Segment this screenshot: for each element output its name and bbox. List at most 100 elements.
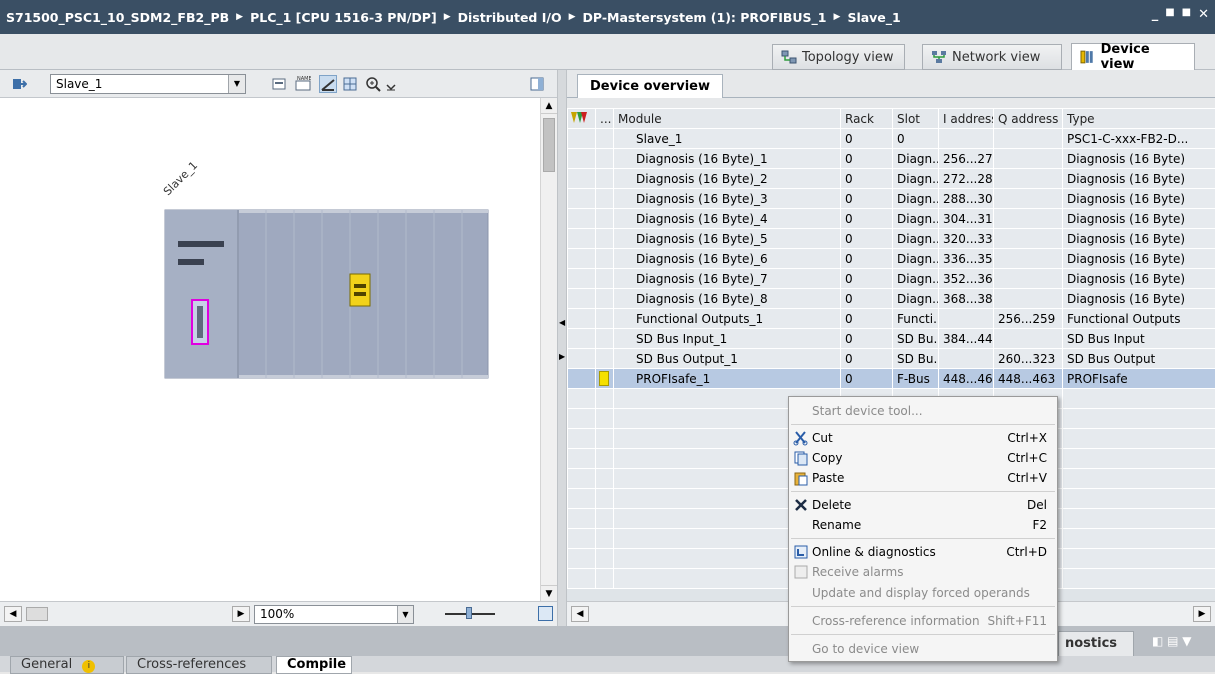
cell-rack: 0 <box>841 369 893 389</box>
canvas-vertical-scrollbar[interactable]: ▲ ▼ <box>540 98 557 601</box>
table-row[interactable]: Diagnosis (16 Byte)_8 0 Diagn... 368...3… <box>568 289 1215 309</box>
table-row[interactable]: SD Bus Output_1 0 SD Bu... 260...323 SD … <box>568 349 1215 369</box>
overview-navigation-icon[interactable] <box>538 606 553 621</box>
h-scroll-thumb[interactable] <box>26 607 48 621</box>
cell-module[interactable]: SD Bus Input_1 <box>614 329 841 349</box>
menu-item-update-forced-operands[interactable]: Update and display forced operands <box>789 582 1057 603</box>
scroll-left-icon[interactable]: ◀ <box>4 606 22 622</box>
scroll-right-icon[interactable]: ▶ <box>232 606 250 622</box>
column-header-type[interactable]: Type <box>1063 109 1215 129</box>
table-row[interactable]: SD Bus Input_1 0 SD Bu... 384...447 SD B… <box>568 329 1215 349</box>
menu-item-rename[interactable]: Rename F2 <box>789 514 1057 535</box>
cell-module[interactable]: Functional Outputs_1 <box>614 309 841 329</box>
delete-icon <box>793 497 809 513</box>
cell-module[interactable]: Diagnosis (16 Byte)_7 <box>614 269 841 289</box>
table-row[interactable]: Diagnosis (16 Byte)_6 0 Diagn... 336...3… <box>568 249 1215 269</box>
cell-module[interactable]: Diagnosis (16 Byte)_2 <box>614 169 841 189</box>
minimize-icon[interactable]: _ <box>1152 7 1159 22</box>
table-row[interactable]: Slave_1 0 0 PSC1-C-xxx-FB2-D... <box>568 129 1215 149</box>
table-row[interactable]: Diagnosis (16 Byte)_5 0 Diagn... 320...3… <box>568 229 1215 249</box>
tab-device-view[interactable]: Device view <box>1071 43 1195 71</box>
tab-compile[interactable]: Compile <box>276 656 352 674</box>
cell-module[interactable]: Slave_1 <box>614 129 841 149</box>
table-row[interactable]: Diagnosis (16 Byte)_4 0 Diagn... 304...3… <box>568 209 1215 229</box>
menu-item-cut[interactable]: Cut Ctrl+X <box>789 427 1057 448</box>
column-header-status[interactable] <box>568 109 596 129</box>
breadcrumb-plc[interactable]: PLC_1 [CPU 1516-3 PN/DP] <box>250 10 437 25</box>
maximize-icon[interactable]: ■ <box>1182 7 1191 22</box>
tab-diagnostics[interactable]: nostics <box>1058 631 1134 656</box>
cell-i-address: 320...335 <box>939 229 994 249</box>
column-header-i-address[interactable]: I address <box>939 109 994 129</box>
table-row-selected[interactable]: PROFIsafe_1 0 F-Bus 448...463 448...463 … <box>568 369 1215 389</box>
close-icon[interactable]: ✕ <box>1198 7 1209 22</box>
tab-network-view[interactable]: Network view <box>922 44 1062 70</box>
device-dropdown[interactable]: Slave_1 ▼ <box>50 74 246 94</box>
cell-module[interactable]: Diagnosis (16 Byte)_1 <box>614 149 841 169</box>
menu-item-copy[interactable]: Copy Ctrl+C <box>789 447 1057 468</box>
menu-separator <box>791 606 1055 607</box>
menu-item-delete[interactable]: Delete Del <box>789 494 1057 515</box>
tab-cross-references[interactable]: Cross-references <box>126 656 272 674</box>
cell-module[interactable]: Diagnosis (16 Byte)_8 <box>614 289 841 309</box>
tab-device-overview[interactable]: Device overview <box>577 74 723 99</box>
menu-item-shortcut: Del <box>1027 498 1047 512</box>
scroll-left-icon[interactable]: ◀ <box>571 606 589 622</box>
menu-item-paste[interactable]: Paste Ctrl+V <box>789 467 1057 488</box>
menu-item-online-diagnostics[interactable]: Online & diagnostics Ctrl+D <box>789 541 1057 562</box>
zoom-icon[interactable] <box>364 75 382 93</box>
zoom-slider-handle[interactable] <box>466 607 472 619</box>
device-overview-header: Device overview <box>567 70 1215 98</box>
scroll-thumb[interactable] <box>543 118 555 172</box>
scroll-down-icon[interactable]: ▼ <box>541 585 557 601</box>
show-names-icon[interactable]: NAME <box>294 75 312 93</box>
menu-item-receive-alarms[interactable]: Receive alarms <box>789 561 1057 582</box>
column-header-module[interactable]: Module <box>614 109 841 129</box>
chevron-down-icon[interactable]: ▼ <box>228 75 245 93</box>
draw-line-icon[interactable] <box>319 75 337 93</box>
cell-type: Functional Outputs <box>1063 309 1215 329</box>
cell-module[interactable]: Diagnosis (16 Byte)_3 <box>614 189 841 209</box>
inspector-window-controls-icon[interactable]: ◧ ▤ ▼ <box>1152 634 1192 648</box>
zoom-level-dropdown[interactable]: 100% ▼ <box>254 605 414 624</box>
cell-rack: 0 <box>841 169 893 189</box>
cell-module[interactable]: PROFIsafe_1 <box>614 369 841 389</box>
column-header-rack[interactable]: Rack <box>841 109 893 129</box>
scroll-up-icon[interactable]: ▲ <box>541 98 557 114</box>
panel-toggle-icon[interactable] <box>528 75 546 93</box>
show-module-labels-icon[interactable] <box>270 75 288 93</box>
menu-item-cross-reference[interactable]: Cross-reference information Shift+F11 <box>789 610 1057 631</box>
cell-type: PROFIsafe <box>1063 369 1215 389</box>
table-row[interactable]: Diagnosis (16 Byte)_2 0 Diagn... 272...2… <box>568 169 1215 189</box>
breadcrumb-slave[interactable]: Slave_1 <box>847 10 900 25</box>
float-icon[interactable]: ■ <box>1165 7 1174 22</box>
zoom-dropdown-icon[interactable] <box>382 75 400 93</box>
cell-module[interactable]: Diagnosis (16 Byte)_4 <box>614 209 841 229</box>
tab-general[interactable]: General i <box>10 656 124 674</box>
menu-item-go-to-device-view[interactable]: Go to device view <box>789 638 1057 659</box>
grid-icon[interactable] <box>341 75 359 93</box>
cell-module[interactable]: Diagnosis (16 Byte)_6 <box>614 249 841 269</box>
collapse-left-icon[interactable]: ◀ <box>559 318 565 327</box>
table-row[interactable]: Diagnosis (16 Byte)_7 0 Diagn... 352...3… <box>568 269 1215 289</box>
column-header-slot[interactable]: Slot <box>893 109 939 129</box>
tab-topology-view[interactable]: Topology view <box>772 44 905 70</box>
column-header-q-address[interactable]: Q address <box>994 109 1063 129</box>
chevron-down-icon[interactable]: ▼ <box>397 606 413 623</box>
table-row[interactable]: Functional Outputs_1 0 Functi... 256...2… <box>568 309 1215 329</box>
breadcrumb-dp-mastersystem[interactable]: DP-Mastersystem (1): PROFIBUS_1 <box>583 10 827 25</box>
column-header-more[interactable]: ... <box>596 109 614 129</box>
table-row[interactable]: Diagnosis (16 Byte)_3 0 Diagn... 288...3… <box>568 189 1215 209</box>
device-nav-icon[interactable] <box>10 75 28 93</box>
menu-item-start-device-tool[interactable]: Start device tool... <box>789 400 1057 421</box>
cell-module[interactable]: SD Bus Output_1 <box>614 349 841 369</box>
table-row[interactable]: Diagnosis (16 Byte)_1 0 Diagn... 256...2… <box>568 149 1215 169</box>
breadcrumb-project[interactable]: S71500_PSC1_10_SDM2_FB2_PB <box>6 10 229 25</box>
menu-item-label: Start device tool... <box>812 404 923 418</box>
device-canvas[interactable]: Slave_1 <box>0 98 540 601</box>
scroll-right-icon[interactable]: ▶ <box>1193 606 1211 622</box>
cell-module[interactable]: Diagnosis (16 Byte)_5 <box>614 229 841 249</box>
panel-splitter[interactable]: ◀ ▶ <box>557 70 567 626</box>
collapse-right-icon[interactable]: ▶ <box>559 352 565 361</box>
breadcrumb-distributed-io[interactable]: Distributed I/O <box>458 10 562 25</box>
